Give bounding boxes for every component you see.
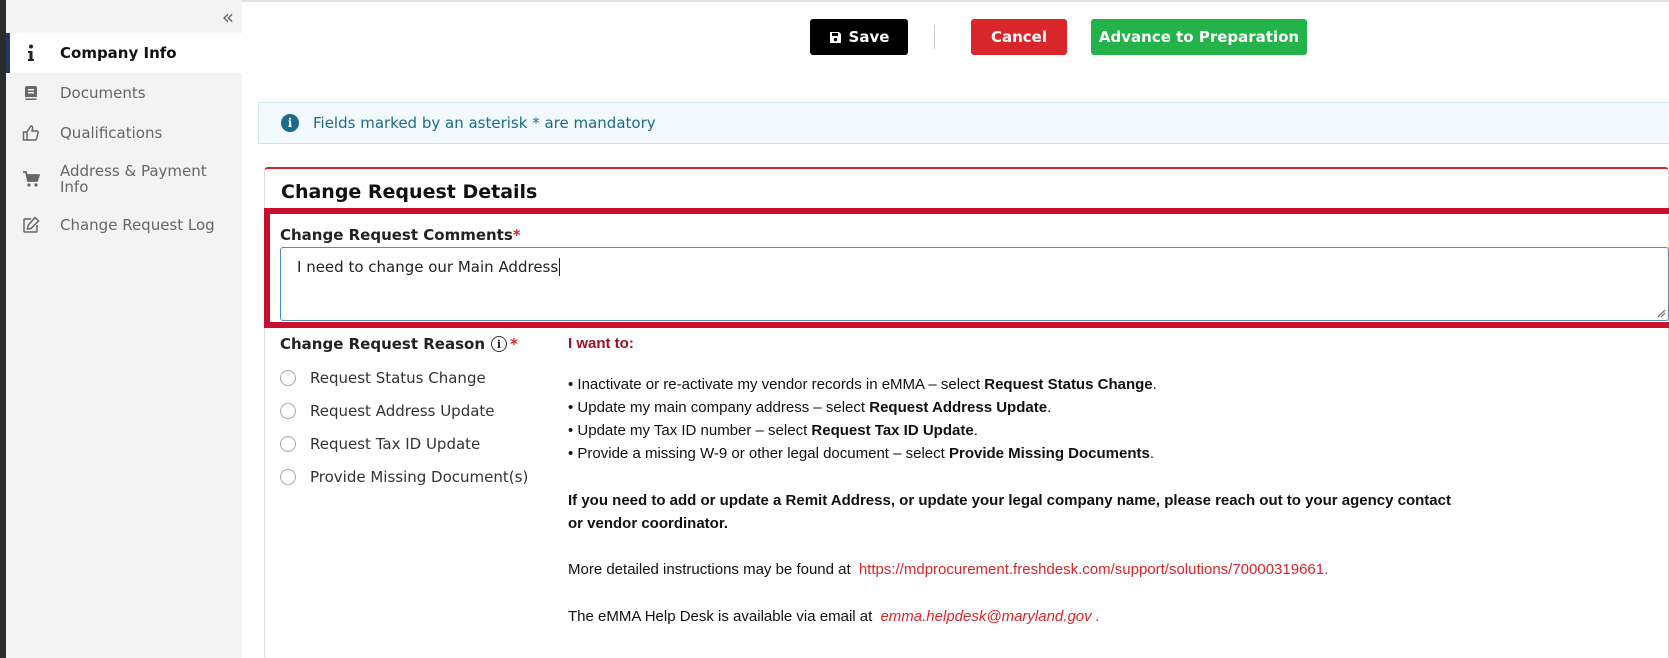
instruction-bullet: • Update my Tax ID number – select Reque… bbox=[568, 419, 1468, 442]
bullet-suffix: . bbox=[1047, 399, 1052, 416]
save-icon bbox=[829, 31, 841, 43]
bullet-bold: Request Status Change bbox=[984, 376, 1153, 393]
sidebar-item-label: Address & Payment Info bbox=[60, 162, 207, 196]
sidebar-item-documents[interactable]: Documents bbox=[6, 73, 242, 113]
remit-address-note: If you need to add or update a Remit Add… bbox=[568, 492, 1451, 532]
bullet-text: • Inactivate or re-activate my vendor re… bbox=[568, 376, 985, 393]
comments-label-text: Change Request Comments bbox=[280, 226, 513, 244]
sidebar-item-label: Change Request Log bbox=[60, 216, 215, 234]
cancel-button[interactable]: Cancel bbox=[971, 19, 1067, 55]
instruction-bullet: • Inactivate or re-activate my vendor re… bbox=[568, 373, 1468, 396]
bullet-text: • Provide a missing W-9 or other legal d… bbox=[568, 445, 949, 462]
instruction-bullet: • Update my main company address – selec… bbox=[568, 396, 1468, 419]
sidebar-item-address-payment[interactable]: Address & Payment Info bbox=[6, 153, 242, 205]
radio-request-address-update[interactable]: Request Address Update bbox=[280, 394, 528, 427]
more-instructions: More detailed instructions may be found … bbox=[568, 558, 1468, 581]
thumbs-up-icon bbox=[20, 122, 42, 144]
advance-to-preparation-button[interactable]: Advance to Preparation bbox=[1091, 19, 1307, 55]
info-circle-icon: i bbox=[281, 114, 299, 132]
sidebar-item-label: Documents bbox=[60, 84, 146, 102]
more-text: More detailed instructions may be found … bbox=[568, 561, 855, 578]
save-button-label: Save bbox=[848, 28, 890, 46]
radio-button[interactable] bbox=[280, 369, 296, 386]
bullet-suffix: . bbox=[973, 422, 978, 439]
toolbar-divider bbox=[934, 25, 935, 49]
bullet-bold: Provide Missing Documents bbox=[948, 445, 1150, 462]
comments-label: Change Request Comments* bbox=[280, 226, 521, 244]
reason-radio-group: Request Status Change Request Address Up… bbox=[280, 361, 528, 493]
sidebar-nav: Company Info Documents Qualifications Ad… bbox=[6, 33, 242, 245]
banner-text: Fields marked by an asterisk * are manda… bbox=[313, 114, 656, 132]
sidebar-item-qualifications[interactable]: Qualifications bbox=[6, 113, 242, 153]
edit-icon bbox=[20, 214, 42, 236]
radio-request-tax-id-update[interactable]: Request Tax ID Update bbox=[280, 427, 528, 460]
bullet-text: • Update my main company address – selec… bbox=[568, 399, 870, 416]
collapse-sidebar-icon[interactable]: « bbox=[216, 6, 240, 28]
help-desk-line: The eMMA Help Desk is available via emai… bbox=[568, 605, 1468, 628]
radio-button[interactable] bbox=[280, 435, 296, 452]
text-cursor bbox=[559, 258, 561, 276]
radio-label: Provide Missing Document(s) bbox=[310, 467, 529, 486]
help-text: The eMMA Help Desk is available via emai… bbox=[568, 608, 877, 625]
card-title: Change Request Details bbox=[281, 181, 538, 203]
instructions-heading: I want to: bbox=[568, 335, 634, 352]
cart-icon bbox=[20, 168, 42, 190]
info-icon bbox=[20, 42, 42, 64]
book-icon bbox=[20, 82, 42, 104]
comments-value: I need to change our Main Address bbox=[297, 258, 559, 276]
bullet-bold: Request Tax ID Update bbox=[811, 422, 974, 439]
instruction-bullet: • Provide a missing W-9 or other legal d… bbox=[568, 442, 1468, 465]
help-desk-email-link[interactable]: emma.helpdesk@maryland.gov . bbox=[880, 608, 1100, 625]
instructions-panel: I want to: • Inactivate or re-activate m… bbox=[568, 335, 1468, 628]
sidebar-item-label: Qualifications bbox=[60, 124, 163, 142]
reason-label: Change Request Reason i * bbox=[280, 335, 518, 353]
radio-label: Request Tax ID Update bbox=[310, 434, 481, 453]
sidebar-item-company-info[interactable]: Company Info bbox=[6, 33, 242, 73]
mandatory-fields-banner: i Fields marked by an asterisk * are man… bbox=[258, 102, 1669, 144]
sidebar-item-label: Company Info bbox=[60, 44, 177, 62]
radio-request-status-change[interactable]: Request Status Change bbox=[280, 361, 528, 394]
bullet-text: • Update my Tax ID number – select bbox=[568, 422, 812, 439]
change-request-comments-input[interactable]: I need to change our Main Address bbox=[280, 247, 1669, 321]
cancel-button-label: Cancel bbox=[990, 28, 1047, 46]
bullet-bold: Request Address Update bbox=[869, 399, 1048, 416]
required-asterisk: * bbox=[512, 226, 521, 244]
radio-label: Request Status Change bbox=[310, 368, 486, 387]
radio-provide-missing-documents[interactable]: Provide Missing Document(s) bbox=[280, 460, 528, 493]
radio-button[interactable] bbox=[280, 468, 296, 485]
instructions-link[interactable]: https://mdprocurement.freshdesk.com/supp… bbox=[859, 561, 1328, 578]
sidebar: « Company Info Documents Qualifications … bbox=[6, 0, 242, 658]
bullet-suffix: . bbox=[1149, 445, 1155, 462]
bullet-suffix: . bbox=[1152, 376, 1157, 393]
save-button[interactable]: Save bbox=[810, 19, 908, 55]
radio-label: Request Address Update bbox=[310, 401, 495, 420]
radio-button[interactable] bbox=[280, 402, 296, 419]
required-asterisk: * bbox=[510, 335, 518, 353]
info-icon[interactable]: i bbox=[491, 336, 508, 352]
advance-button-label: Advance to Preparation bbox=[1098, 28, 1300, 46]
reason-label-text: Change Request Reason bbox=[280, 335, 486, 353]
resize-handle-icon[interactable] bbox=[1656, 308, 1666, 318]
sidebar-item-change-request-log[interactable]: Change Request Log bbox=[6, 205, 242, 245]
